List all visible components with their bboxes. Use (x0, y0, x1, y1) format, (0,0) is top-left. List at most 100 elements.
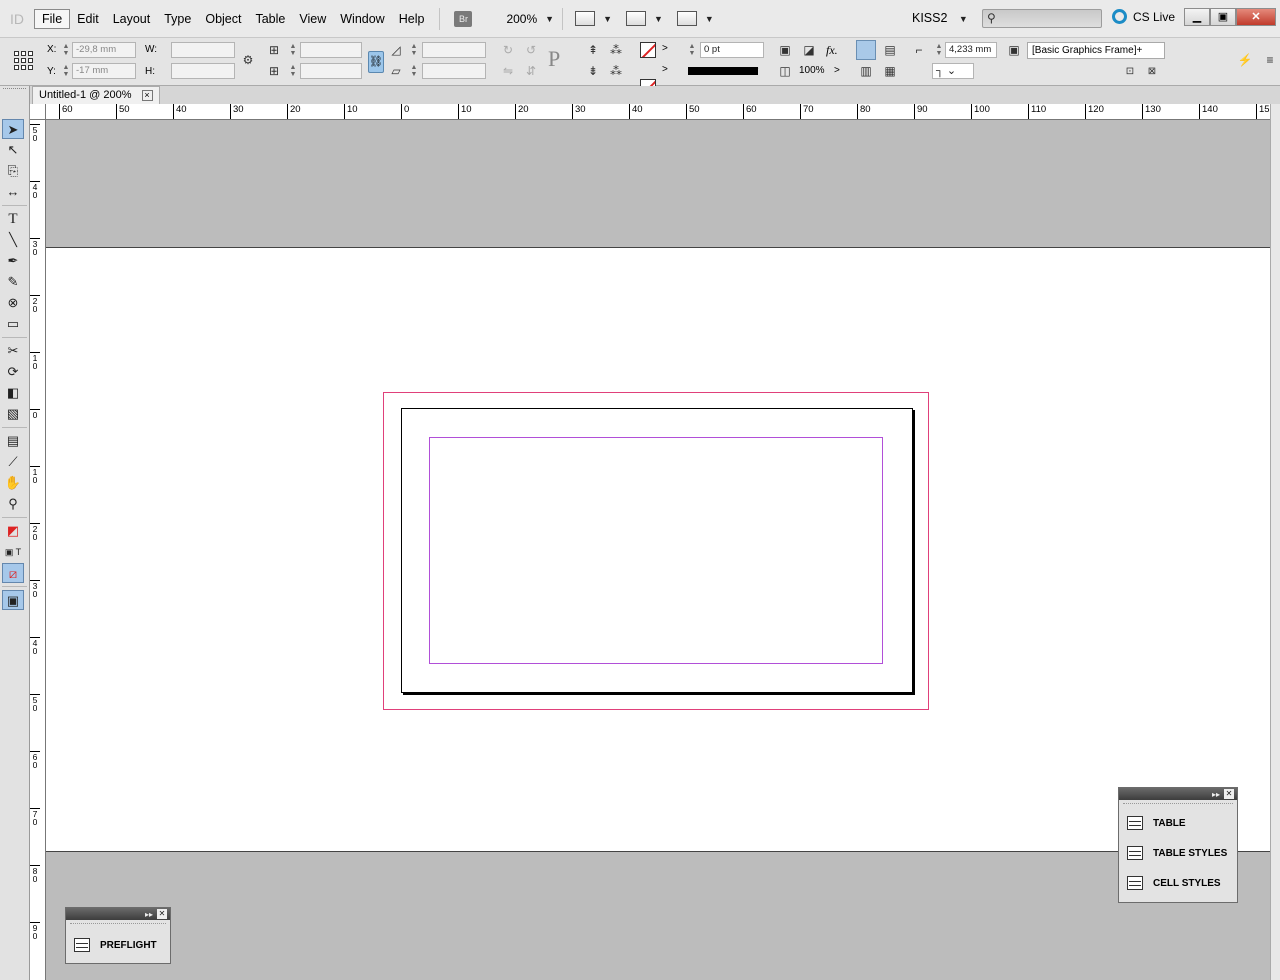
ruler-origin[interactable] (30, 104, 46, 120)
eyedropper-tool-icon[interactable]: ⟋ (2, 452, 24, 472)
view-options-dropdown-icon[interactable]: ▼ (603, 14, 612, 24)
object-style-select[interactable]: [Basic Graphics Frame]+ (1027, 42, 1165, 59)
cs-live-button[interactable]: CS Live (1112, 9, 1175, 24)
toolbox-grip[interactable] (3, 88, 26, 96)
pencil-tool-icon[interactable]: ✎ (2, 272, 24, 292)
shadow-icon[interactable]: ◪ (801, 42, 817, 58)
minimize-button[interactable]: ▁ (1184, 8, 1210, 26)
line-tool-icon[interactable]: ╲ (2, 230, 24, 250)
close-button[interactable]: ✕ (1236, 8, 1276, 26)
constrain-proportions-icon[interactable]: ⚙ (240, 52, 256, 68)
free-transform-tool-icon[interactable]: ⟳ (2, 362, 24, 382)
direct-selection-tool-icon[interactable]: ↖ (2, 140, 24, 160)
vertical-scrollbar[interactable] (1270, 104, 1280, 980)
pen-tool-icon[interactable]: ✒ (2, 251, 24, 271)
pasteboard[interactable] (46, 120, 1270, 980)
arrange-documents-icon[interactable] (676, 11, 697, 26)
y-field[interactable]: -17 mm (72, 63, 136, 79)
corner-shape-select[interactable]: ┐ ⌄ (932, 63, 974, 79)
rotate-stepper-icon[interactable]: ▲ ▼ (410, 43, 418, 57)
tab-untitled-1[interactable]: Untitled-1 @ 200% × (32, 86, 160, 104)
stroke-center-icon[interactable]: ▤ (882, 42, 898, 58)
zoom-tool-icon[interactable]: ⚲ (2, 494, 24, 514)
panel-close-button[interactable]: ✕ (157, 909, 167, 919)
h-field[interactable] (171, 63, 235, 79)
drop-shadow-icon[interactable]: ▣ (777, 42, 793, 58)
view-options-icon[interactable] (575, 11, 596, 26)
screen-mode-normal-icon[interactable]: ▣ (2, 590, 24, 610)
menu-object[interactable]: Object (198, 10, 248, 28)
zoom-dropdown-icon[interactable]: ▼ (545, 14, 554, 24)
fill-swatch-icon[interactable] (640, 42, 656, 58)
rectangle-tool-icon[interactable]: ▭ (2, 314, 24, 334)
tab-close-button[interactable]: × (141, 90, 153, 101)
document-page[interactable] (46, 247, 1270, 852)
corner-size-field[interactable]: 4,233 mm (945, 42, 997, 58)
y-stepper-icon[interactable]: ▲ ▼ (62, 64, 70, 78)
page-tool-icon[interactable]: ⎘ (2, 161, 24, 181)
panel-item-table-styles[interactable]: TABLE STYLES (1119, 838, 1237, 868)
gradient-feather-tool-icon[interactable]: ▧ (2, 404, 24, 424)
link-icon[interactable]: ⛓ (368, 51, 384, 73)
clear-attributes-icon[interactable]: ⊠ (1144, 64, 1160, 80)
scale-y-stepper-icon[interactable]: ▲ ▼ (289, 64, 297, 78)
x-field[interactable]: -29,8 mm (72, 42, 136, 58)
select-next-icon[interactable]: ⁂ (608, 63, 624, 79)
opacity-field[interactable]: 100% (799, 65, 825, 76)
fill-dropdown-icon[interactable]: > (662, 43, 668, 54)
menu-help[interactable]: Help (392, 10, 432, 28)
apply-none-icon[interactable]: ⧄ (2, 563, 24, 583)
text-wrap-around-icon[interactable]: ▦ (882, 63, 898, 79)
panel-expand-icon[interactable]: ▸▸ (1212, 790, 1220, 799)
stroke-weight-stepper-icon[interactable]: ▲ ▼ (688, 43, 696, 57)
scissors-tool-icon[interactable]: ✂ (2, 341, 24, 361)
panel-header[interactable]: ▸▸ ✕ (1119, 788, 1237, 800)
reference-point-icon[interactable] (14, 51, 34, 71)
workspace-switcher[interactable]: KISS2 ▼ (912, 11, 968, 25)
select-content-icon[interactable]: ⁂ (608, 42, 624, 58)
clear-overrides-icon[interactable]: ⊡ (1122, 64, 1138, 80)
stroke-type-swatch[interactable] (688, 67, 758, 75)
stroke-inside-button[interactable] (856, 40, 876, 60)
arrange-documents-dropdown-icon[interactable]: ▼ (705, 14, 714, 24)
w-field[interactable] (171, 42, 235, 58)
flip-vertical-icon[interactable]: ⇵ (523, 63, 539, 79)
scale-x-field[interactable] (300, 42, 362, 58)
panel-menu-icon[interactable]: ≡ (1262, 52, 1278, 68)
bridge-button[interactable]: Br (454, 10, 473, 27)
stroke-weight-field[interactable]: 0 pt (700, 42, 764, 58)
type-tool-icon[interactable]: T (2, 209, 24, 229)
screen-mode-icon[interactable] (625, 11, 646, 26)
flip-horizontal-icon[interactable]: ⇋ (500, 63, 516, 79)
scale-y-field[interactable] (300, 63, 362, 79)
panel-expand-icon[interactable]: ▸▸ (145, 910, 153, 919)
search-input[interactable]: ⚲ (982, 9, 1102, 28)
formatting-affects-container-icon[interactable]: ▣ T (2, 542, 24, 562)
panel-close-button[interactable]: ✕ (1224, 789, 1234, 799)
restore-button[interactable]: ▣ (1210, 8, 1236, 26)
panel-item-table[interactable]: TABLE (1119, 808, 1237, 838)
panel-grip[interactable] (1123, 800, 1233, 804)
rectangle-frame-tool-icon[interactable]: ⊗ (2, 293, 24, 313)
menu-type[interactable]: Type (157, 10, 198, 28)
corner-size-stepper-icon[interactable]: ▲ ▼ (935, 43, 943, 57)
quick-apply-icon[interactable]: ⚡ (1237, 52, 1253, 68)
panel-grip[interactable] (70, 920, 166, 924)
zoom-level[interactable]: 200% (506, 12, 537, 26)
shear-field[interactable] (422, 63, 486, 79)
gap-tool-icon[interactable]: ↔ (2, 182, 24, 202)
stroke-type-dropdown-icon[interactable]: ⌄ (752, 62, 760, 73)
menu-table[interactable]: Table (248, 10, 292, 28)
note-tool-icon[interactable]: ▤ (2, 431, 24, 451)
effects-icon[interactable]: fx. (826, 43, 838, 58)
rotate-cw-icon[interactable]: ↻ (500, 42, 516, 58)
rotate-field[interactable] (422, 42, 486, 58)
screen-mode-dropdown-icon[interactable]: ▼ (654, 14, 663, 24)
menu-edit[interactable]: Edit (70, 10, 106, 28)
text-wrap-icon[interactable]: ▥ (858, 63, 874, 79)
stroke-dropdown-icon[interactable]: > (662, 64, 668, 75)
select-previous-icon[interactable]: ⇟ (585, 63, 601, 79)
menu-view[interactable]: View (292, 10, 333, 28)
fill-stroke-swatch-icon[interactable]: ◩ (2, 521, 24, 541)
menu-file[interactable]: File (34, 8, 71, 29)
